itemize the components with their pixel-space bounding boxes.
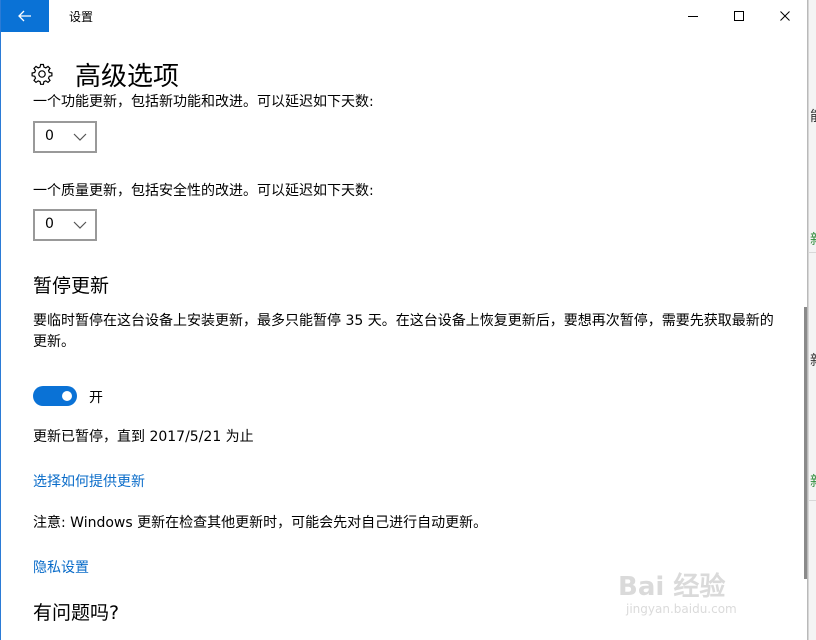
background-divider: [808, 500, 816, 501]
quality-update-label: 一个质量更新，包括安全性的改进。可以延迟如下天数:: [33, 183, 374, 199]
page-title: 高级选项: [75, 61, 180, 92]
background-text-fragment: 新: [810, 471, 816, 491]
background-text-fragment: 新: [810, 350, 816, 370]
settings-window: 设置 高级选项 一个功能更新，包括新功能和改进。可以延迟如下天数: 0 一个质量…: [0, 0, 808, 640]
maximize-button[interactable]: [716, 0, 762, 32]
close-icon: [780, 11, 790, 21]
choose-delivery-link[interactable]: 选择如何提供更新: [33, 471, 145, 491]
pause-status-text: 更新已暂停，直到 2017/5/21 为止: [33, 429, 254, 445]
toggle-state-label: 开: [89, 390, 103, 406]
settings-content: 高级选项 一个功能更新，包括新功能和改进。可以延迟如下天数: 0 一个质量更新，…: [1, 32, 801, 640]
chevron-down-icon: [73, 221, 87, 229]
title-bar[interactable]: 设置: [1, 0, 807, 32]
pause-section-title: 暂停更新: [33, 275, 110, 297]
quality-update-value: 0: [45, 216, 54, 232]
background-text-fragment: 能: [810, 106, 816, 126]
feature-update-dropdown[interactable]: 0: [33, 121, 97, 153]
pause-updates-toggle[interactable]: [33, 386, 77, 406]
self-update-note: 注意: Windows 更新在检查其他更新时，可能会先对自己进行自动更新。: [33, 515, 488, 531]
back-arrow-icon: [18, 10, 31, 22]
back-button[interactable]: [1, 0, 49, 32]
minimize-button[interactable]: [670, 0, 716, 32]
window-title: 设置: [69, 10, 94, 24]
close-button[interactable]: [762, 0, 807, 32]
background-divider: [808, 252, 816, 253]
page-header: 高级选项: [31, 54, 179, 94]
scrollbar-thumb[interactable]: [804, 307, 807, 579]
pause-description: 要临时暂停在这台设备上安装更新，最多只能暂停 35 天。在这台设备上恢复更新后，…: [33, 313, 774, 350]
maximize-icon: [734, 11, 744, 21]
feature-update-label: 一个功能更新，包括新功能和改进。可以延迟如下天数:: [33, 94, 374, 110]
minimize-icon: [688, 16, 698, 17]
gear-icon: [31, 63, 53, 85]
background-window: [808, 0, 816, 640]
chevron-down-icon: [73, 133, 87, 141]
help-section-title: 有问题吗?: [33, 602, 120, 624]
background-text-fragment: 新: [810, 229, 816, 249]
toggle-knob: [62, 391, 72, 401]
privacy-settings-link[interactable]: 隐私设置: [33, 557, 89, 577]
feature-update-value: 0: [45, 128, 54, 144]
quality-update-dropdown[interactable]: 0: [33, 209, 97, 241]
